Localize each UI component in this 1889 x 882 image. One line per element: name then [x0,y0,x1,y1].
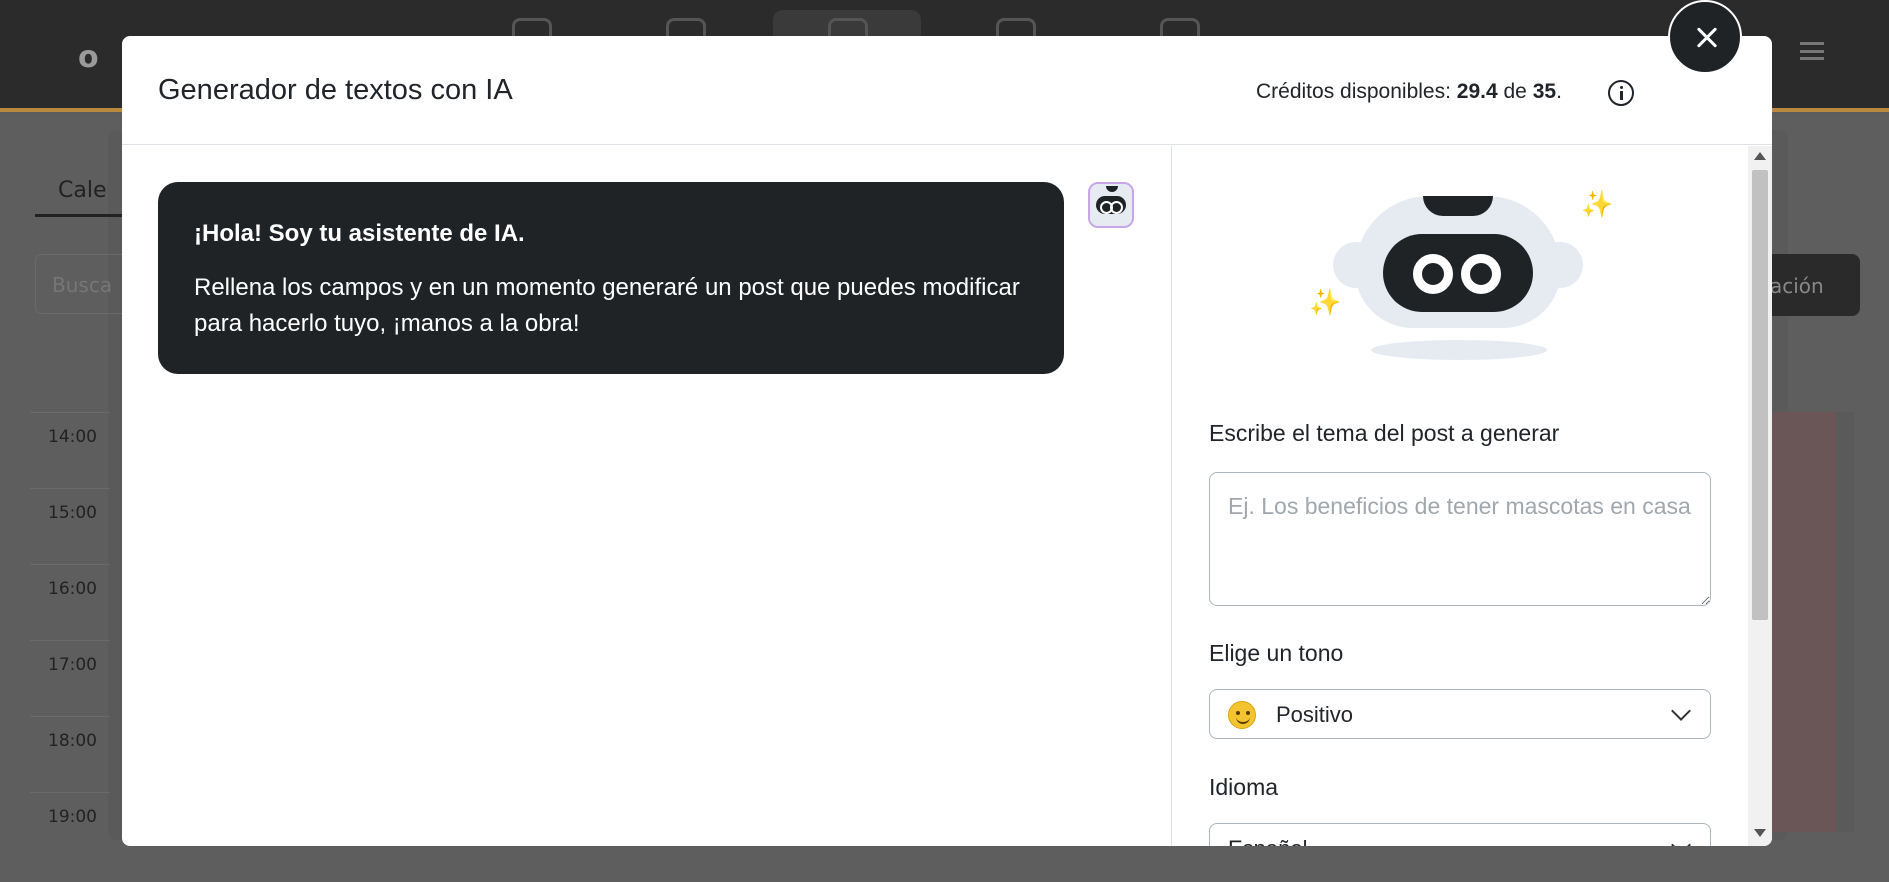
background-action-button[interactable]: ación [1760,254,1860,316]
time-slot: 19:00 [30,792,110,868]
background-search[interactable]: Busca [35,254,135,314]
form-scrollbar[interactable] [1748,146,1772,846]
smiling-face-icon [1228,701,1256,729]
time-slot: 17:00 [30,640,110,716]
time-slot: 15:00 [30,488,110,564]
chat-panel: ¡Hola! Soy tu asistente de IA. Rellena l… [122,146,1172,846]
scroll-thumb[interactable] [1752,170,1768,620]
credits-display: Créditos disponibles: 29.4 de 35. [1256,80,1562,104]
credits-total: 35 [1532,80,1557,103]
mascot-eye-left [1413,254,1453,294]
scroll-up-arrow-icon[interactable] [1754,152,1766,160]
chevron-down-icon [1671,835,1691,846]
tone-selected-value: Positivo [1276,702,1354,727]
assistant-greeting: ¡Hola! Soy tu asistente de IA. [194,220,525,247]
ai-text-generator-modal: Generador de textos con IA Créditos disp… [122,36,1772,846]
calendar-scrollbar[interactable] [1836,412,1854,832]
scroll-down-arrow-icon[interactable] [1754,829,1766,837]
menu-icon[interactable] [1800,42,1824,60]
avatar-antenna [1106,186,1118,192]
time-slot: 16:00 [30,564,110,640]
close-icon[interactable] [1668,0,1742,74]
credits-separator: de [1503,80,1527,103]
credits-label: Créditos disponibles: [1256,80,1451,103]
credits-available: 29.4 [1456,80,1498,103]
mascot-visor [1383,234,1533,312]
language-selected-value: Español [1228,836,1308,846]
avatar-visor [1096,196,1126,214]
mascot-shadow [1371,340,1547,360]
info-icon[interactable] [1608,80,1634,106]
topic-label: Escribe el tema del post a generar [1209,420,1560,446]
time-slot: 18:00 [30,716,110,792]
robot-mascot-icon [1333,196,1583,366]
mascot-antenna [1423,196,1493,216]
language-select[interactable]: Español [1209,823,1711,846]
robot-avatar-icon [1088,182,1134,228]
sparkle-icon: ✨ [1581,190,1614,220]
assistant-message-bubble: ¡Hola! Soy tu asistente de IA. Rellena l… [158,182,1064,374]
modal-body: ¡Hola! Soy tu asistente de IA. Rellena l… [122,146,1772,846]
mascot-eye-right [1461,254,1501,294]
modal-header: Generador de textos con IA Créditos disp… [122,36,1772,145]
tone-select[interactable]: Positivo [1209,689,1711,739]
language-label: Idioma [1209,774,1279,800]
topic-input[interactable] [1209,472,1711,606]
sparkle-icon: ✨ [1309,288,1342,318]
time-slot: 14:00 [30,412,110,488]
generator-form: ✨ ✨ Escribe el tema del post a generar E… [1173,146,1748,846]
calendar-times: 14:00 15:00 16:00 17:00 18:00 19:00 [30,412,110,868]
app-logo: o [78,40,99,75]
credits-suffix: . [1556,80,1562,103]
assistant-message: Rellena los campos y en un momento gener… [194,274,1020,337]
tone-label: Elige un tono [1209,640,1344,666]
chevron-down-icon [1671,701,1691,721]
modal-title: Generador de textos con IA [158,74,513,106]
calendar-tab[interactable]: Cale [58,178,107,203]
calendar-event-column [1770,412,1836,832]
